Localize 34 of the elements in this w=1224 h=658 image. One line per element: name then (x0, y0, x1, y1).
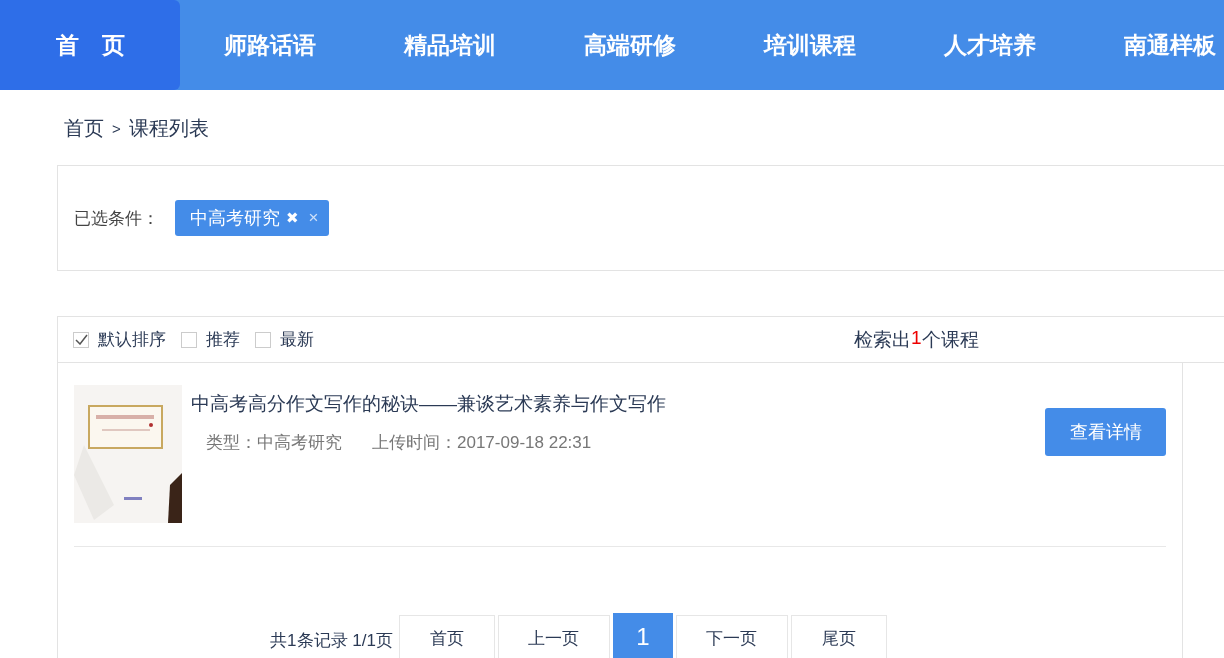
course-title[interactable]: 中高考高分作文写作的秘诀——兼谈艺术素养与作文写作 (191, 391, 1045, 417)
checkbox[interactable] (255, 331, 271, 348)
page-button[interactable]: 下一页 (675, 615, 788, 658)
filter-label: 已选条件： (74, 207, 159, 230)
course-type: 类型：中高考研究 (206, 432, 342, 454)
result-count-text: 个课程 (921, 327, 979, 352)
nav-tab[interactable]: 高端研修 (540, 0, 720, 90)
sort-option-label[interactable]: 最新 (280, 328, 314, 351)
nav-tab[interactable]: 师路话语 (180, 0, 360, 90)
page-summary: 共1条记录 1/1页 (270, 629, 393, 652)
remove-icon[interactable]: ✖ (286, 209, 299, 227)
page-button[interactable]: 尾页 (790, 615, 887, 658)
page-button[interactable]: 上一页 (497, 615, 610, 658)
nav-tab[interactable]: 培训课程 (720, 0, 900, 90)
page-button[interactable]: 首页 (398, 615, 495, 658)
nav-tab[interactable]: 精品培训 (360, 0, 540, 90)
result-count-number: 1 (911, 326, 922, 348)
checkbox[interactable] (73, 331, 89, 348)
sort-option-label[interactable]: 推荐 (206, 328, 240, 351)
nav-tab[interactable]: 人才培养 (900, 0, 1080, 90)
tag-text: 中高考研究 (190, 207, 280, 230)
nav-tab[interactable]: 首 页 (0, 0, 180, 90)
nav-tab[interactable]: 南通样板 (1080, 0, 1224, 90)
breadcrumb-link[interactable]: 首页 (64, 114, 104, 142)
result-count-text: 检索出 (854, 327, 911, 352)
filter-tag[interactable]: 中高考研究 ✖ × (175, 200, 329, 236)
page-button[interactable]: 1 (612, 613, 673, 658)
checkbox[interactable] (181, 331, 197, 348)
upload-time: 上传时间：2017-09-18 22:31 (372, 432, 592, 454)
sort-option-label[interactable]: 默认排序 (98, 328, 166, 351)
details-button[interactable]: 查看详情 (1045, 408, 1166, 456)
close-icon[interactable]: × (308, 208, 319, 228)
breadcrumb-current: 课程列表 (128, 115, 209, 141)
breadcrumb-separator: > (112, 119, 121, 137)
